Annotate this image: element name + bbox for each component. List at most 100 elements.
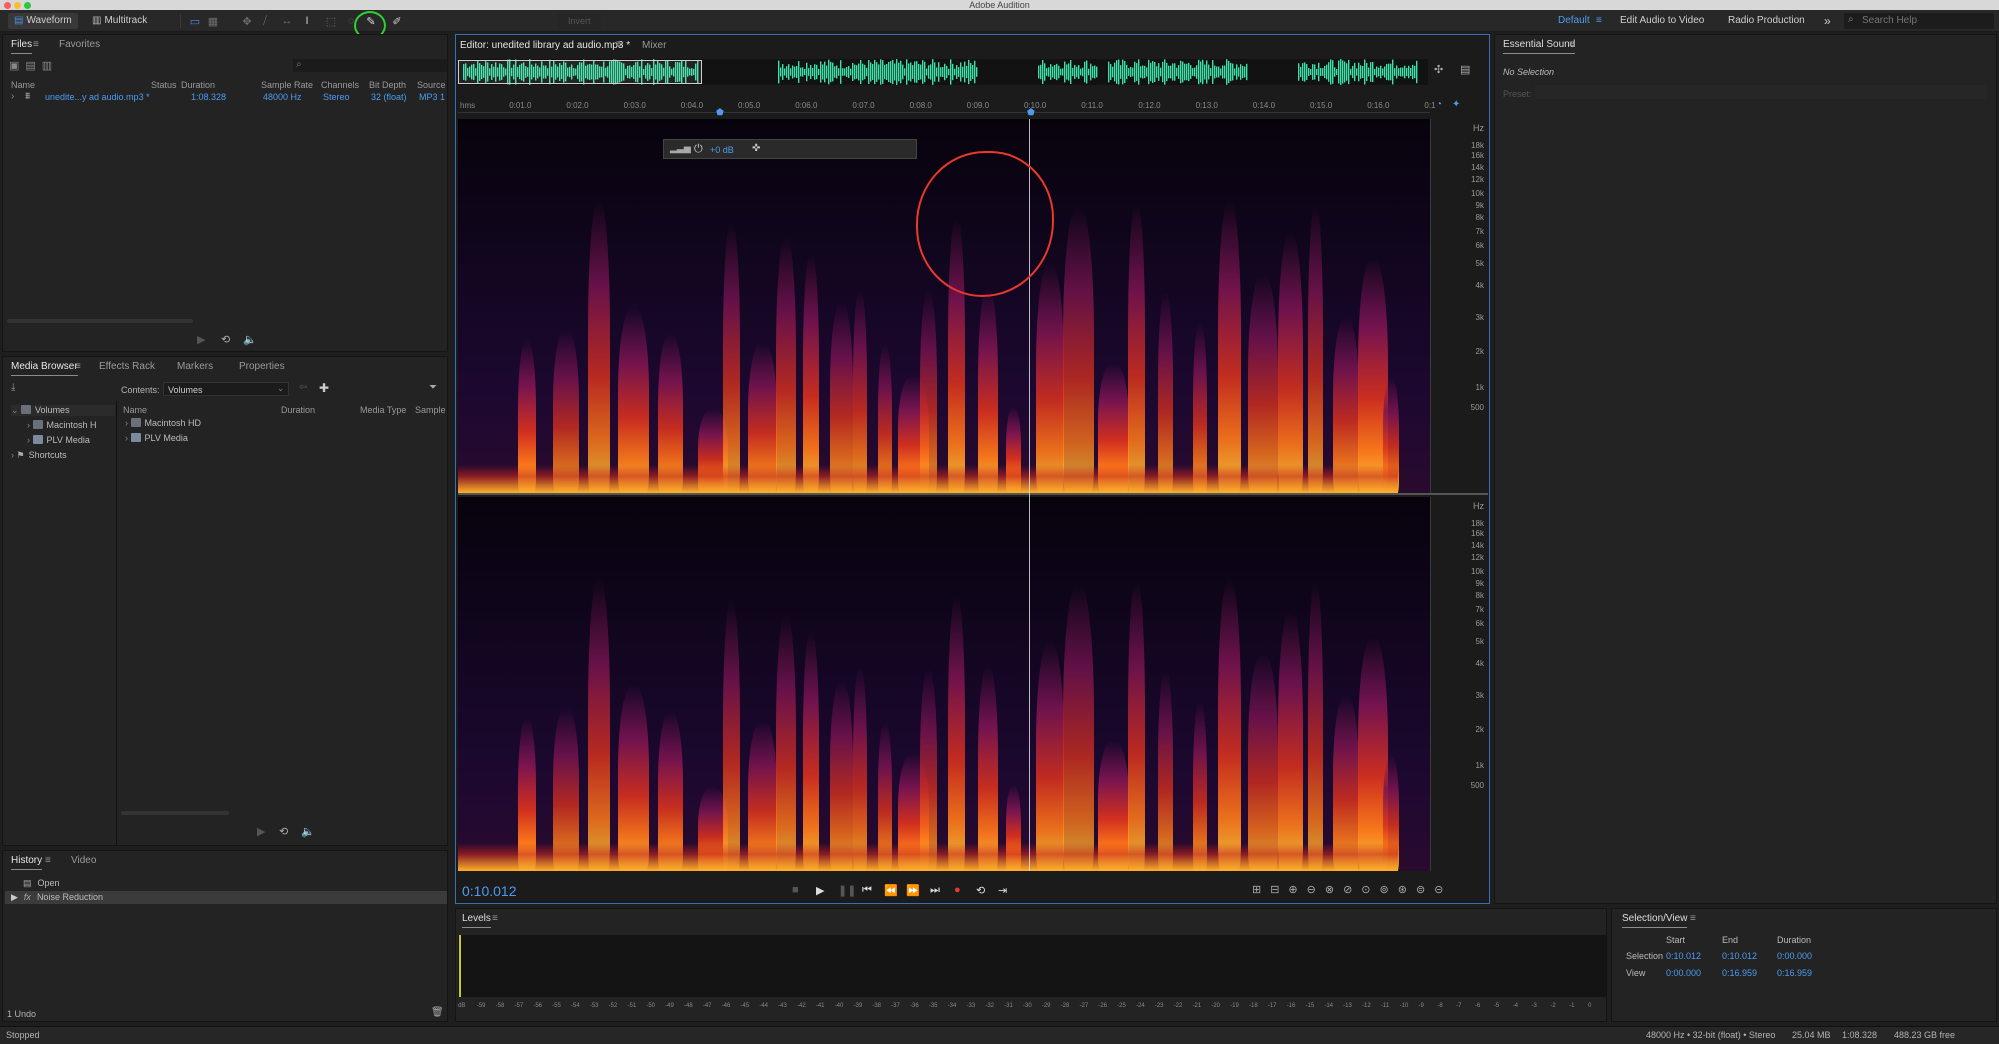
hud-gain-value[interactable]: +0 dB	[710, 145, 734, 155]
files-toolbar-icons[interactable]: ▣▤▥	[9, 59, 58, 72]
loop-icon[interactable]: ⟲	[279, 825, 288, 838]
play-icon[interactable]: ▶	[816, 884, 824, 897]
essential-sound-menu-icon[interactable]: ≡	[1569, 39, 1575, 50]
slip-tool-icon[interactable]: ↔	[280, 14, 294, 28]
col-channels[interactable]: Channels	[321, 80, 359, 90]
media-browser-tool-icon[interactable]: ⤓	[11, 382, 15, 393]
playhead-marker-icon[interactable]: ⬟	[1027, 107, 1035, 118]
tab-files[interactable]: Files	[11, 39, 33, 54]
col-bit-depth[interactable]: Bit Depth	[369, 80, 406, 90]
autoplay-speaker-icon[interactable]: 🔈	[301, 825, 315, 838]
list-item[interactable]: › PLV Media	[125, 433, 188, 443]
record-icon[interactable]: ●	[954, 884, 961, 896]
overview-viewport[interactable]	[458, 60, 702, 84]
levels-title[interactable]: Levels	[462, 913, 491, 928]
view-start[interactable]: 0:00.000	[1666, 968, 1701, 978]
contents-dropdown[interactable]: Volumes ⌄	[163, 382, 289, 396]
selection-duration[interactable]: 0:00.000	[1777, 951, 1812, 961]
col-media-sample[interactable]: Sample	[415, 405, 446, 415]
files-scrollbar[interactable]	[7, 319, 193, 323]
tree-volumes[interactable]: ⌄ Volumes	[11, 405, 115, 416]
tab-editor[interactable]: Editor: unedited library ad audio.mp3 *	[460, 40, 630, 51]
hud-gain-control[interactable]: ▂▃▅ ⏻ +0 dB ✜	[663, 139, 917, 159]
essential-sound-title[interactable]: Essential Sound	[1503, 39, 1576, 54]
show-waveform-icon[interactable]: ▭	[188, 14, 202, 28]
col-sample-rate[interactable]: Sample Rate	[261, 80, 313, 90]
razor-tool-icon[interactable]: ⧸	[258, 14, 272, 28]
search-help-field[interactable]: ⌕	[1844, 13, 1994, 29]
col-source[interactable]: Source	[417, 80, 446, 90]
trash-icon[interactable]: 🗑	[431, 1007, 444, 1018]
snap-icon[interactable]: ◔	[1436, 99, 1442, 110]
col-status[interactable]: Status	[151, 80, 177, 90]
list-item[interactable]: › Macintosh HD	[125, 418, 201, 428]
files-search-input[interactable]: ⌕	[293, 59, 447, 72]
search-help-input[interactable]	[1862, 15, 1988, 26]
history-menu-icon[interactable]: ≡	[45, 855, 51, 866]
show-spectral-icon[interactable]: ▦	[206, 14, 220, 28]
spectrogram-right-channel[interactable]	[458, 497, 1430, 871]
autoplay-speaker-icon[interactable]: 🔈	[243, 333, 257, 346]
fast-forward-icon[interactable]: ⏩	[906, 884, 920, 897]
selection-end[interactable]: 0:10.012	[1722, 951, 1757, 961]
col-media-type[interactable]: Media Type	[360, 405, 406, 415]
overview-menu-icon[interactable]: ▤	[1460, 63, 1470, 76]
selection-view-menu-icon[interactable]: ≡	[1690, 913, 1696, 924]
col-name[interactable]: Name	[11, 80, 35, 90]
play-icon[interactable]: ▶	[257, 825, 265, 838]
view-end[interactable]: 0:16.959	[1722, 968, 1757, 978]
spot-healing-brush-icon[interactable]: ✐	[390, 14, 404, 28]
workspace-radio-production[interactable]: Radio Production	[1728, 13, 1805, 29]
selection-start-marker-icon[interactable]: ⬟	[716, 107, 724, 118]
back-arrow-icon[interactable]: ⇦	[299, 382, 307, 393]
levels-menu-icon[interactable]: ≡	[492, 913, 498, 924]
current-time-display[interactable]: 0:10.012	[462, 883, 517, 899]
col-media-name[interactable]: Name	[123, 405, 147, 415]
history-item[interactable]: ▤ Open	[23, 878, 60, 889]
tree-macintosh-hd[interactable]: › Macintosh H	[27, 420, 97, 430]
time-selection-tool-icon[interactable]: I	[300, 14, 314, 28]
files-menu-icon[interactable]: ≡	[33, 39, 39, 50]
selection-view-title[interactable]: Selection/View	[1622, 913, 1688, 928]
preset-dropdown[interactable]	[1535, 85, 1987, 99]
tab-favorites[interactable]: Favorites	[59, 39, 100, 50]
tab-properties[interactable]: Properties	[239, 361, 285, 372]
add-shortcut-icon[interactable]: ✚	[319, 381, 329, 395]
move-tool-icon[interactable]: ✥	[240, 14, 254, 28]
view-duration[interactable]: 0:16.959	[1777, 968, 1812, 978]
tab-history[interactable]: History	[11, 855, 43, 870]
expand-arrow-icon[interactable]: ›	[11, 91, 14, 102]
filter-icon[interactable]: ⏷	[429, 382, 437, 393]
skip-to-start-icon[interactable]: ⏮	[862, 884, 872, 897]
tab-effects-rack[interactable]: Effects Rack	[99, 361, 155, 372]
selection-start[interactable]: 0:10.012	[1666, 951, 1701, 961]
tree-plv-media[interactable]: › PLV Media	[27, 435, 90, 445]
overview-waveform[interactable]	[458, 59, 1428, 85]
gain-knob-icon[interactable]: ⏻	[694, 143, 703, 156]
workspace-edit-audio-to-video[interactable]: Edit Audio to Video	[1620, 13, 1704, 29]
multitrack-view-button[interactable]: ▥ Multitrack	[86, 13, 153, 29]
loop-icon[interactable]: ⟲	[221, 333, 230, 346]
waveform-view-button[interactable]: ▤ Waveform	[8, 13, 78, 29]
loop-playback-icon[interactable]: ⟲	[976, 884, 985, 897]
editor-menu-icon[interactable]: ≡	[616, 39, 622, 50]
marker-pin-icon[interactable]: ✦	[1452, 99, 1460, 110]
col-duration[interactable]: Duration	[181, 80, 215, 90]
history-item-selected[interactable]: ▶ fx Noise Reduction	[5, 891, 447, 904]
skip-selection-icon[interactable]: ⇥	[998, 884, 1007, 897]
more-workspaces-button[interactable]: »	[1824, 13, 1831, 29]
marquee-tool-icon[interactable]: ⬚	[324, 14, 338, 28]
play-icon[interactable]: ▶	[197, 333, 205, 346]
col-media-duration[interactable]: Duration	[281, 405, 315, 415]
invert-button[interactable]: Invert	[558, 13, 601, 29]
zoom-controls[interactable]: ⊞⊟⊕⊖⊗⊘⊙⊚⊛⊜⊝	[1252, 883, 1452, 896]
zoom-to-fit-icon[interactable]: ✣	[1434, 63, 1443, 76]
tab-media-browser[interactable]: Media Browser	[11, 361, 78, 376]
rewind-icon[interactable]: ⏪	[884, 884, 898, 897]
tab-mixer[interactable]: Mixer	[642, 40, 666, 51]
tree-shortcuts[interactable]: › ⚑ Shortcuts	[11, 450, 67, 461]
media-browser-menu-icon[interactable]: ≡	[75, 361, 81, 372]
media-scrollbar[interactable]	[121, 811, 229, 815]
skip-to-end-icon[interactable]: ⏭	[930, 884, 940, 897]
stop-icon[interactable]: ■	[792, 884, 799, 896]
